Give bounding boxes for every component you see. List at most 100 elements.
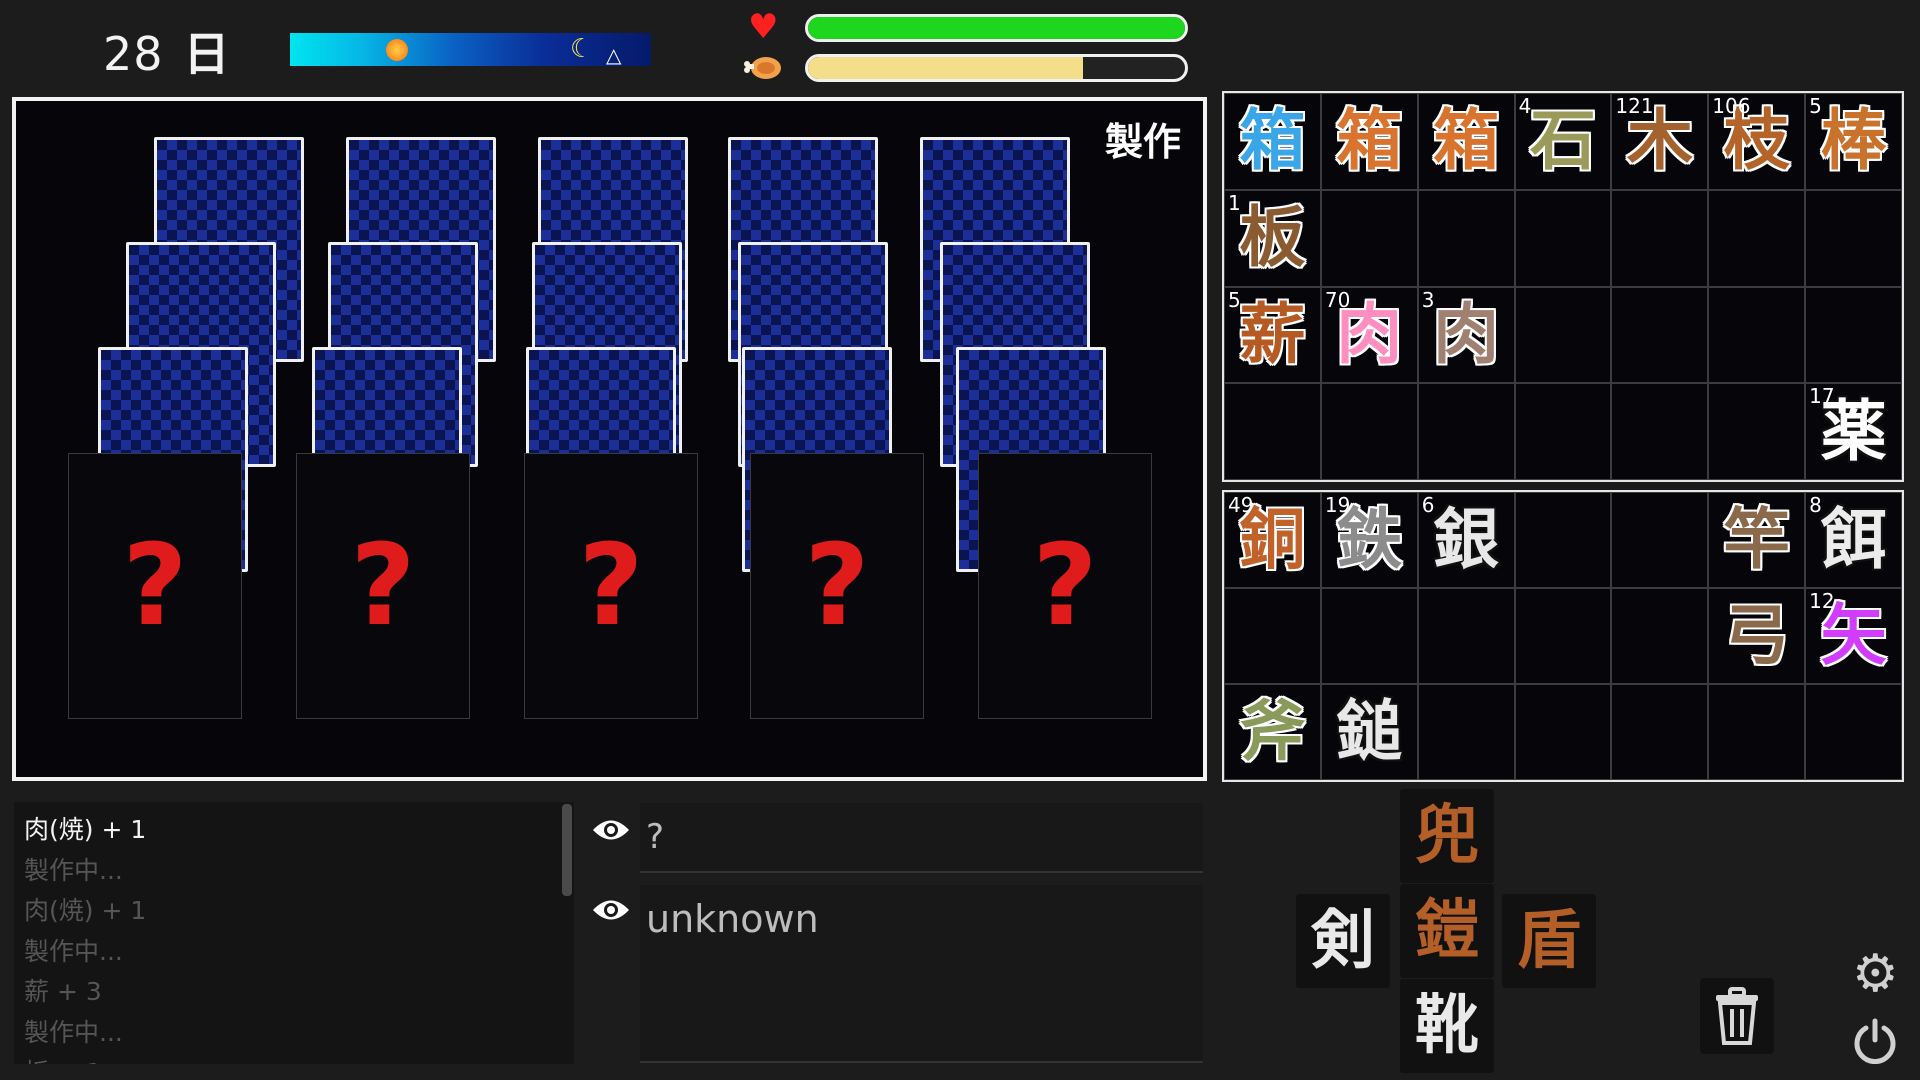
inventory-slot-empty[interactable] xyxy=(1320,383,1418,480)
inventory-slot-empty[interactable] xyxy=(1514,189,1612,287)
inventory-slot-empty[interactable] xyxy=(1417,684,1515,780)
item-kanji: 竿 xyxy=(1723,501,1790,578)
inventory-slot-empty[interactable] xyxy=(1320,189,1418,287)
inventory-slot[interactable]: 4石 xyxy=(1514,93,1612,190)
inventory-grid-materials: 箱箱箱 4 石 121 木 106 枝 5 棒 1 板 5 薪 70 肉 3 肉 17 薬 xyxy=(1222,91,1904,482)
inventory-slot-empty[interactable] xyxy=(1805,286,1902,384)
sword-slot[interactable]: 剣 xyxy=(1296,894,1390,988)
shield-slot[interactable]: 盾 xyxy=(1502,894,1596,988)
inventory-slot[interactable]: 鎚 xyxy=(1320,684,1418,780)
craft-slot-4[interactable]: ? xyxy=(750,453,924,719)
item-count: 5 xyxy=(1809,94,1822,118)
inventory-slot[interactable]: 斧 xyxy=(1224,684,1321,780)
helmet-slot[interactable]: 兜 xyxy=(1400,789,1494,883)
inventory-slot[interactable]: 箱 xyxy=(1320,93,1418,190)
inventory-slot-empty[interactable] xyxy=(1514,684,1612,780)
boots-label: 靴 xyxy=(1415,989,1479,1063)
craft-panel: 製作 ????? xyxy=(12,97,1207,781)
inventory-slot[interactable]: 箱 xyxy=(1417,93,1515,190)
trash-icon[interactable] xyxy=(1700,978,1774,1054)
inventory-slot-empty[interactable] xyxy=(1417,383,1515,480)
inventory-slot[interactable]: 1板 xyxy=(1224,189,1321,287)
heart-icon: ♥ xyxy=(748,7,779,47)
craft-slot-2[interactable]: ? xyxy=(296,453,470,719)
log-line: 肉(焼) + 1 xyxy=(24,815,147,844)
log-line: 肉(焼) + 1 xyxy=(24,896,147,925)
inventory-grid-tools: 49 銅 19 鉄 6 銀 竿 8 餌弓 12 矢斧鎚 xyxy=(1222,490,1904,782)
sun-icon xyxy=(386,39,408,61)
craft-slot-1[interactable]: ? xyxy=(68,453,242,719)
inventory-slot-empty[interactable] xyxy=(1708,383,1806,480)
item-kanji: 斧 xyxy=(1239,693,1306,770)
inventory-slot-empty[interactable] xyxy=(1611,383,1709,480)
log-line: 薪 + 3 xyxy=(24,977,102,1006)
armor-slot[interactable]: 鎧 xyxy=(1400,884,1494,978)
inventory-slot[interactable]: 8餌 xyxy=(1805,492,1902,588)
item-count: 106 xyxy=(1712,94,1751,118)
inventory-slot-empty[interactable] xyxy=(1708,189,1806,287)
inventory-slot-empty[interactable] xyxy=(1611,189,1709,287)
inventory-slot-empty[interactable] xyxy=(1514,588,1612,684)
inventory-slot-empty[interactable] xyxy=(1514,383,1612,480)
gear-icon[interactable]: ⚙ xyxy=(1852,948,1899,1000)
sword-label: 剣 xyxy=(1311,904,1375,978)
inventory-slot-empty[interactable] xyxy=(1611,684,1709,780)
inventory-slot-empty[interactable] xyxy=(1417,588,1515,684)
inventory-slot-empty[interactable] xyxy=(1320,588,1418,684)
message-log[interactable]: 肉(焼) + 1 製作中... 肉(焼) + 1 製作中... 薪 + 3 製作中... 板… xyxy=(14,802,574,1064)
time-marker-icon: △ xyxy=(606,43,622,67)
inventory-slot-empty[interactable] xyxy=(1611,588,1709,684)
inventory-slot-empty[interactable] xyxy=(1224,383,1321,480)
inventory-slot[interactable]: 箱 xyxy=(1224,93,1321,190)
inventory-slot-empty[interactable] xyxy=(1805,189,1902,287)
inventory-slot[interactable]: 12 矢 xyxy=(1805,588,1902,684)
item-kanji: 弓 xyxy=(1723,597,1790,674)
inventory-slot[interactable]: 竿 xyxy=(1708,492,1806,588)
item-count: 17 xyxy=(1809,384,1835,409)
inventory-slot-empty[interactable] xyxy=(1417,189,1515,287)
inventory-slot[interactable]: 6銀 xyxy=(1417,492,1515,588)
item-kanji: 枝 xyxy=(1723,102,1790,180)
craft-slot-3[interactable]: ? xyxy=(524,453,698,719)
inventory-slot[interactable]: 5薪 xyxy=(1224,286,1321,384)
inventory-slot[interactable]: 3肉 xyxy=(1417,286,1515,384)
item-kanji: 棒 xyxy=(1820,102,1887,180)
item-kanji: 箱 xyxy=(1433,102,1500,180)
inventory-slot[interactable]: 19 鉄 xyxy=(1320,492,1418,588)
log-scrollbar[interactable] xyxy=(562,804,572,896)
item-kanji: 薬 xyxy=(1820,392,1887,470)
inventory-slot[interactable]: 49 銅 xyxy=(1224,492,1321,588)
item-count: 12 xyxy=(1809,589,1835,613)
inventory-slot[interactable]: 17 薬 xyxy=(1805,383,1902,480)
log-line: 製作中... xyxy=(24,1017,123,1047)
log-line: 製作中... xyxy=(24,855,123,885)
inventory-slot[interactable]: 106 枝 xyxy=(1708,93,1806,190)
inventory-slot[interactable]: 5棒 xyxy=(1805,93,1902,190)
unknown-mark: ? xyxy=(122,521,188,651)
item-kanji: 薪 xyxy=(1239,295,1306,373)
inventory-slot-empty[interactable] xyxy=(1611,286,1709,384)
inventory-slot-empty[interactable] xyxy=(1514,492,1612,588)
item-name-box: ? xyxy=(640,803,1203,873)
inventory-slot[interactable]: 70 肉 xyxy=(1320,286,1418,384)
inventory-slot-empty[interactable] xyxy=(1514,286,1612,384)
inventory-slot-empty[interactable] xyxy=(1224,588,1321,684)
item-count: 8 xyxy=(1809,493,1822,517)
boots-slot[interactable]: 靴 xyxy=(1400,979,1494,1073)
power-icon[interactable] xyxy=(1852,1018,1898,1064)
eye-icon[interactable] xyxy=(584,888,638,932)
item-description-text: unknown xyxy=(646,897,819,941)
inventory-slot-empty[interactable] xyxy=(1708,286,1806,384)
item-count: 121 xyxy=(1615,94,1654,118)
inventory-slot[interactable]: 121 木 xyxy=(1611,93,1709,190)
inventory-slot-empty[interactable] xyxy=(1611,492,1709,588)
eye-icon[interactable] xyxy=(584,808,638,852)
log-line: 製作中... xyxy=(24,936,123,966)
inventory-slot[interactable]: 弓 xyxy=(1708,588,1806,684)
item-kanji: 箱 xyxy=(1336,102,1403,180)
inventory-slot-empty[interactable] xyxy=(1708,684,1806,780)
inventory-slot-empty[interactable] xyxy=(1805,684,1902,780)
craft-slot-5[interactable]: ? xyxy=(978,453,1152,719)
hunger-bar xyxy=(805,54,1188,82)
health-bar-fill xyxy=(808,17,1185,39)
